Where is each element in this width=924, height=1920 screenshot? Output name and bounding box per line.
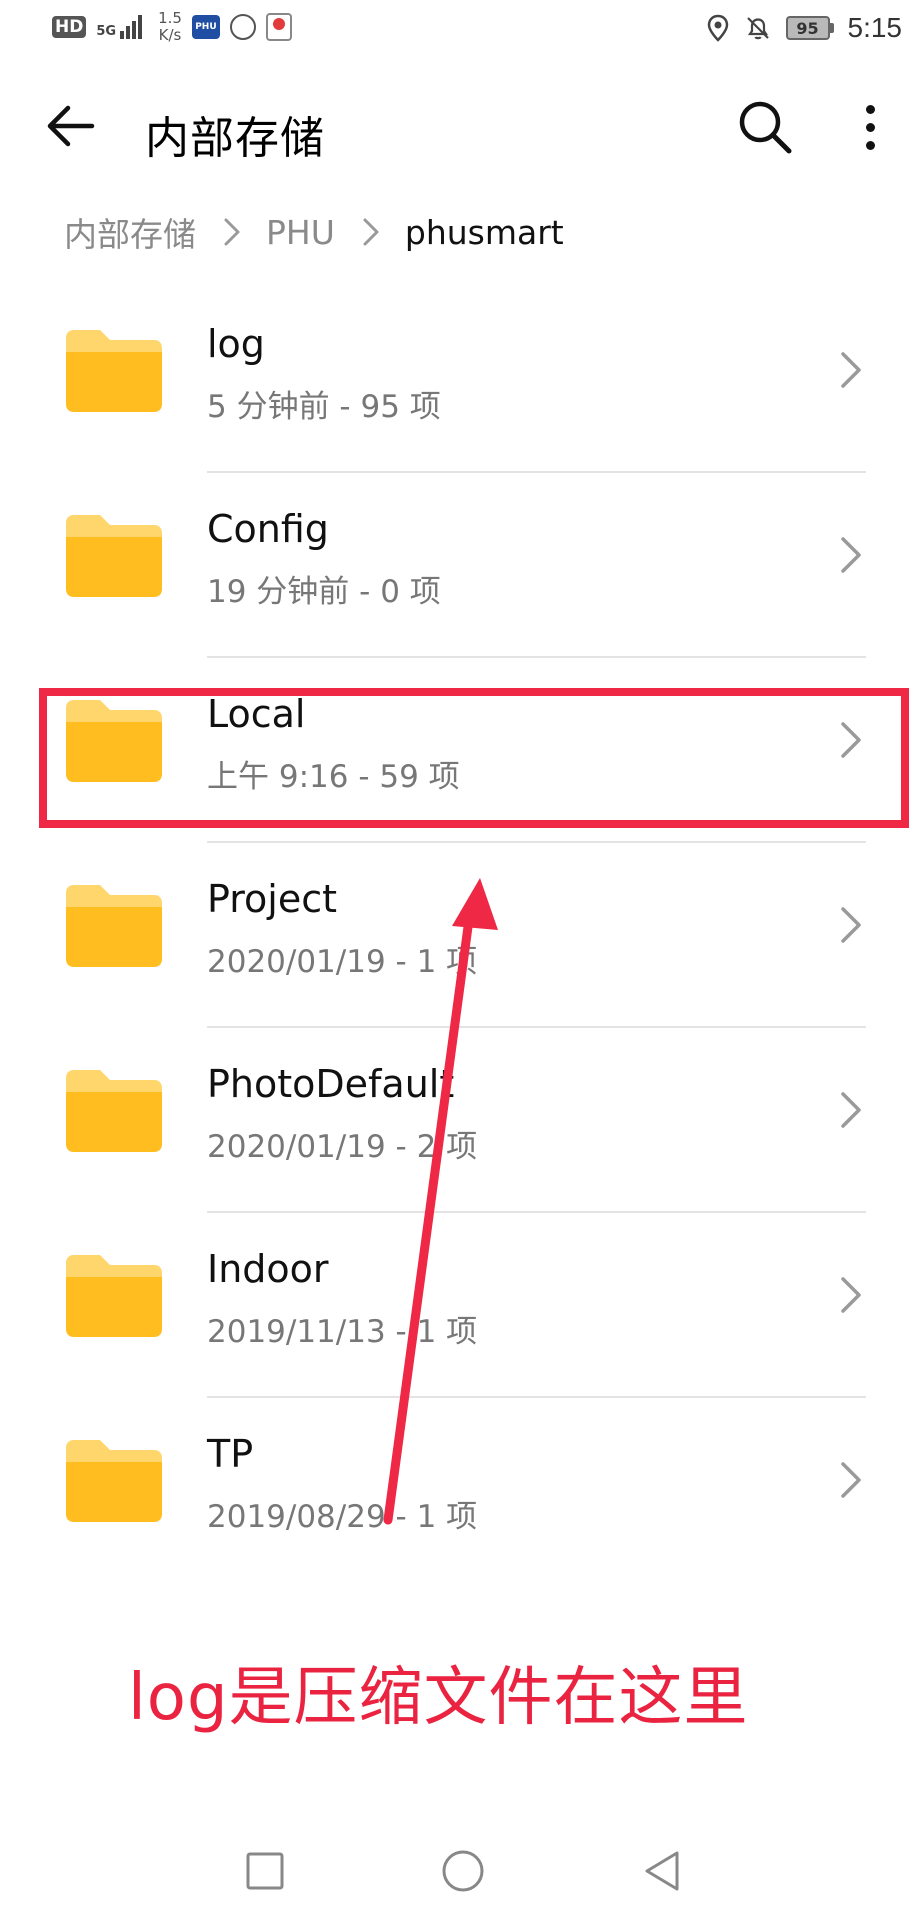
folder-row-tp[interactable]: TP 2019/08/29 - 1 项	[0, 1398, 924, 1583]
breadcrumb-item-phu[interactable]: PHU	[266, 213, 335, 252]
folder-icon	[62, 1068, 166, 1154]
square-icon	[246, 1852, 284, 1890]
battery-icon: 95	[785, 16, 834, 40]
battery-level: 95	[785, 16, 830, 40]
folder-icon	[62, 328, 166, 414]
folder-meta: 19 分钟前 - 0 项	[207, 574, 441, 610]
folder-icon	[62, 1253, 166, 1339]
folder-row-config[interactable]: Config 19 分钟前 - 0 项	[0, 473, 924, 658]
folder-meta: 2020/01/19 - 1 项	[207, 944, 478, 980]
location-icon	[707, 14, 728, 42]
clock: 5:15	[847, 12, 903, 43]
more-vertical-icon	[865, 104, 875, 114]
chevron-right-icon	[836, 903, 866, 947]
folder-row-photodefault[interactable]: PhotoDefault 2020/01/19 - 2 项	[0, 1028, 924, 1213]
chevron-right-icon	[351, 216, 391, 248]
folder-meta: 2019/08/29 - 1 项	[207, 1499, 478, 1535]
chevron-right-icon	[836, 1273, 866, 1317]
breadcrumb: 内部存储 PHU phusmart	[64, 208, 564, 256]
chevron-right-icon	[212, 216, 252, 248]
phu-app-icon: PHU	[191, 15, 220, 39]
folder-name: Config	[207, 507, 329, 551]
more-options-button[interactable]	[850, 94, 890, 160]
breadcrumb-item-phusmart: phusmart	[404, 212, 564, 252]
folder-row-indoor[interactable]: Indoor 2019/11/13 - 1 项	[0, 1213, 924, 1398]
circle-icon	[442, 1850, 484, 1892]
hand-icon	[229, 14, 256, 40]
status-left: HD 5G 1.5 K/s PHU	[52, 10, 292, 44]
folder-icon	[62, 1438, 166, 1524]
chevron-right-icon	[836, 348, 866, 392]
hd-badge: HD	[52, 16, 87, 38]
chevron-right-icon	[836, 1088, 866, 1132]
folder-name: Indoor	[207, 1247, 329, 1291]
status-right: 95 5:15	[706, 12, 903, 44]
folder-list: log 5 分钟前 - 95 项 Config 19 分钟前 - 0 项 Local 上午…	[0, 288, 924, 1583]
folder-icon	[62, 883, 166, 969]
app-bar: 内部存储	[0, 80, 924, 172]
search-icon	[739, 101, 792, 154]
speed-value: 1.5	[158, 9, 182, 27]
triangle-back-icon	[645, 1851, 679, 1891]
navigation-bar	[0, 1820, 924, 1920]
folder-name: Project	[207, 877, 338, 921]
chevron-right-icon	[836, 1458, 866, 1502]
folder-meta: 2020/01/19 - 2 项	[207, 1129, 478, 1165]
folder-name: TP	[207, 1432, 254, 1476]
back-button[interactable]	[40, 98, 100, 154]
arrow-left-icon	[47, 105, 95, 147]
folder-name: log	[207, 322, 265, 366]
highlight-box	[39, 688, 909, 828]
recent-apps-button[interactable]	[240, 1846, 290, 1896]
map-app-icon	[265, 13, 292, 41]
breadcrumb-item-internal-storage[interactable]: 内部存储	[64, 208, 196, 256]
signal-icon: 5G	[96, 15, 143, 39]
folder-meta: 5 分钟前 - 95 项	[207, 389, 441, 425]
page-title: 内部存储	[145, 113, 325, 164]
folder-name: PhotoDefault	[207, 1062, 455, 1106]
speed-unit: K/s	[158, 26, 182, 44]
folder-meta: 2019/11/13 - 1 项	[207, 1314, 478, 1350]
status-bar: HD 5G 1.5 K/s PHU 95 5:15	[0, 0, 924, 64]
bell-off-icon	[746, 17, 769, 40]
network-speed: 1.5 K/s	[158, 10, 182, 44]
folder-icon	[62, 513, 166, 599]
home-button[interactable]	[438, 1846, 488, 1896]
annotation-text: log是压缩文件在这里	[128, 1661, 749, 1735]
signal-bars-icon	[120, 15, 143, 39]
folder-row-log[interactable]: log 5 分钟前 - 95 项	[0, 288, 924, 473]
chevron-right-icon	[836, 533, 866, 577]
search-button[interactable]	[732, 94, 798, 160]
network-type: 5G	[96, 24, 117, 39]
back-nav-button[interactable]	[636, 1846, 686, 1896]
folder-row-project[interactable]: Project 2020/01/19 - 1 项	[0, 843, 924, 1028]
